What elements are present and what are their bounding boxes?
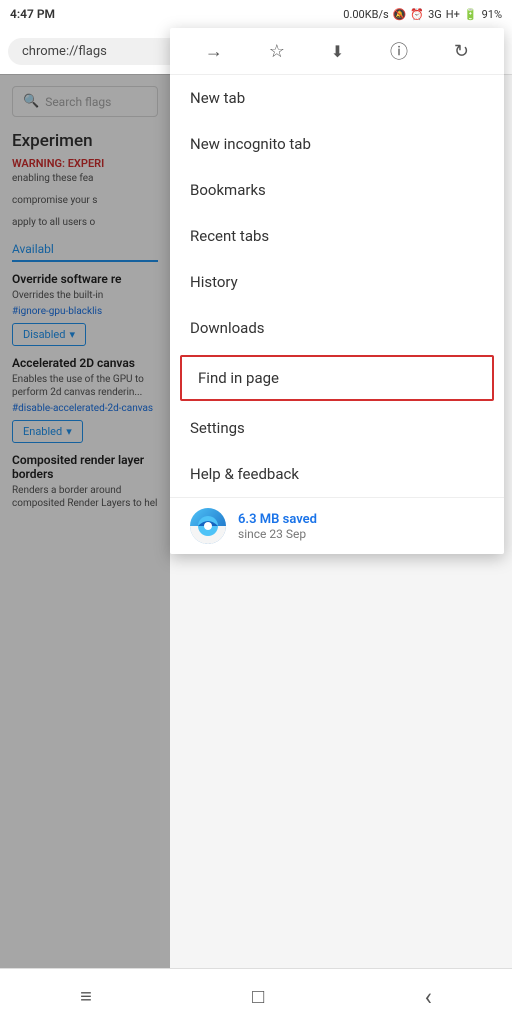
download-icon[interactable]: ⬇ [331,42,344,61]
forward-icon[interactable]: → [205,41,223,62]
battery-percent: 91% [482,8,502,21]
nav-back-icon[interactable]: ‹ [425,983,432,1011]
battery-icon: 🔋 [464,8,478,21]
bottom-nav: ≡ □ ‹ [0,968,512,1024]
menu-item-recent-tabs[interactable]: Recent tabs [170,213,504,259]
refresh-icon[interactable]: ↻ [454,41,469,62]
menu-item-history[interactable]: History [170,259,504,305]
silent-icon: 🔕 [393,8,407,21]
footer-date: since 23 Sep [238,527,317,541]
bookmark-icon[interactable]: ☆ [269,41,285,62]
dropdown-menu: → ☆ ⬇ ⓘ ↻ New tab New incognito tab Book… [170,28,504,554]
menu-item-new-tab[interactable]: New tab [170,75,504,121]
menu-item-settings[interactable]: Settings [170,405,504,451]
data-saver-svg [196,514,220,538]
alarm-icon: ⏰ [410,8,424,21]
menu-item-find-in-page[interactable]: Find in page [180,355,494,401]
signal-3g: 3G [428,8,442,21]
signal-h-plus: H+ [446,8,460,21]
status-bar: 4:47 PM 0.00KB/s 🔕 ⏰ 3G H+ 🔋 91% [0,0,512,28]
status-icons: 0.00KB/s 🔕 ⏰ 3G H+ 🔋 91% [343,8,502,21]
menu-item-help-feedback[interactable]: Help & feedback [170,451,504,497]
data-saver-icon [190,508,226,544]
menu-item-new-incognito-tab[interactable]: New incognito tab [170,121,504,167]
menu-toolbar: → ☆ ⬇ ⓘ ↻ [170,28,504,75]
nav-menu-icon[interactable]: ≡ [80,984,92,1009]
footer-text: 6.3 MB saved since 23 Sep [238,512,317,541]
footer-saved: 6.3 MB saved [238,512,317,527]
menu-footer: 6.3 MB saved since 23 Sep [170,498,504,554]
nav-home-icon[interactable]: □ [252,984,264,1009]
url-text: chrome://flags [22,44,107,59]
menu-item-bookmarks[interactable]: Bookmarks [170,167,504,213]
status-time: 4:47 PM [10,7,55,21]
network-speed: 0.00KB/s [343,8,388,21]
info-icon[interactable]: ⓘ [390,38,408,64]
menu-scrim [0,74,170,968]
menu-item-downloads[interactable]: Downloads [170,305,504,351]
